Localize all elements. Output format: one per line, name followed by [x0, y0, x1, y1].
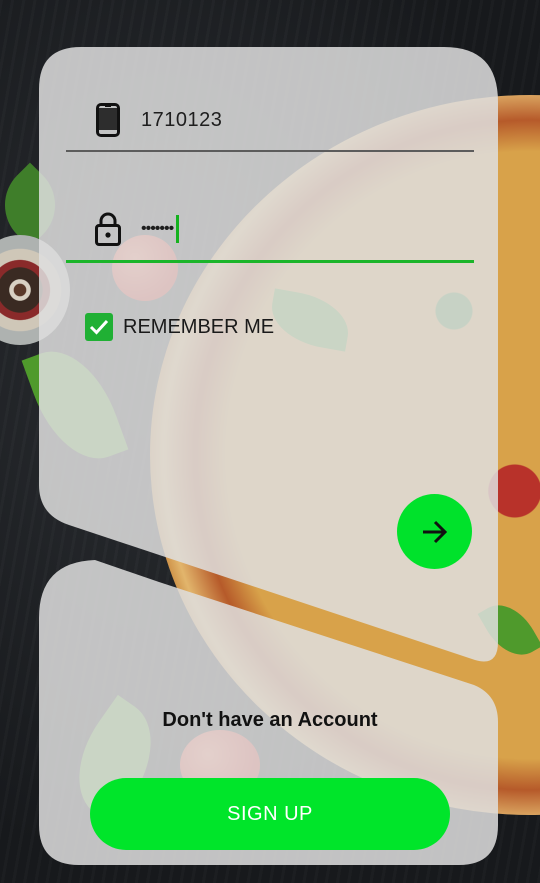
text-caret [176, 215, 180, 243]
password-mask: ••••••• [141, 220, 174, 237]
password-field[interactable]: ••••••• [66, 198, 474, 263]
phone-input[interactable]: 1710123 [141, 109, 222, 132]
password-input[interactable]: ••••••• [141, 215, 180, 243]
arrow-right-icon [422, 520, 447, 543]
login-submit-button[interactable] [397, 494, 472, 569]
remember-me-row[interactable]: REMEMBER ME [85, 313, 274, 341]
remember-checkbox[interactable] [85, 313, 113, 341]
signup-button[interactable]: SIGN UP [90, 778, 450, 850]
signup-prompt-text: Don't have an Account [162, 709, 378, 731]
lock-icon [88, 209, 128, 249]
remember-label: REMEMBER ME [123, 315, 275, 338]
phone-field[interactable]: 1710123 [66, 90, 474, 152]
smartphone-icon [88, 100, 128, 140]
checkmark-icon [89, 319, 109, 335]
